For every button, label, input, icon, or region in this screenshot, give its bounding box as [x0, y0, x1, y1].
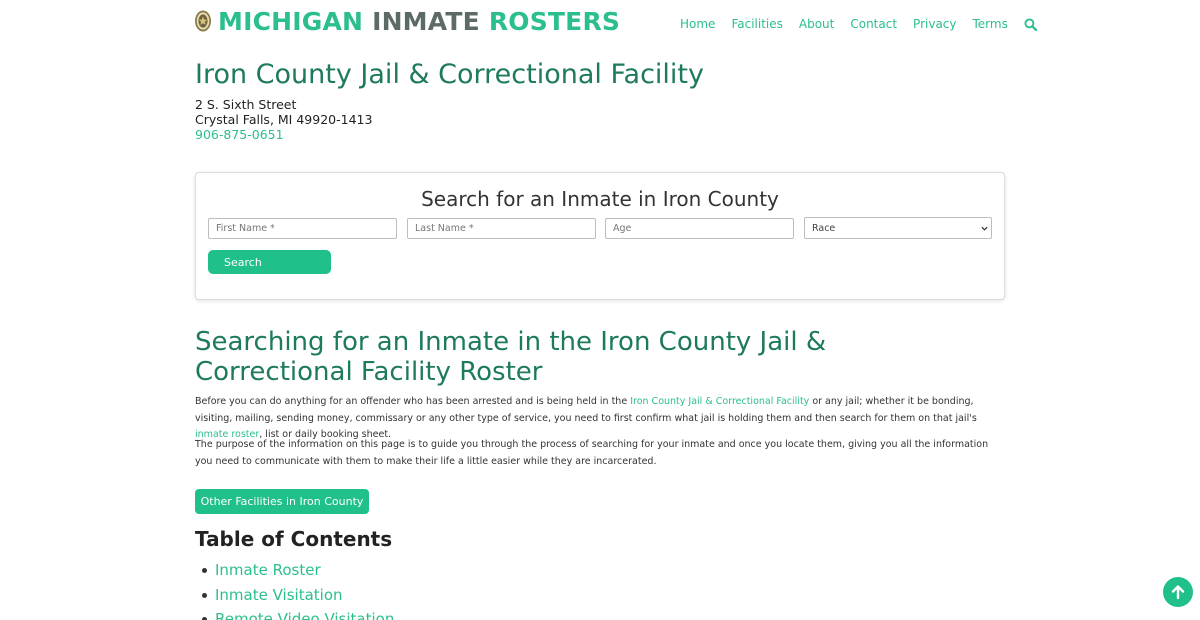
bullet — [202, 592, 207, 598]
inmate-search-card: Search for an Inmate in Iron County Race… — [195, 172, 1005, 300]
site-logo[interactable]: MICHIGAN INMATE ROSTERS — [194, 6, 620, 36]
other-facilities-button[interactable]: Other Facilities in Iron County — [195, 489, 369, 514]
toc-item: Remote Video Visitation — [202, 607, 394, 620]
logo-word-3: ROSTERS — [488, 6, 621, 36]
section-heading: Searching for an Inmate in the Iron Coun… — [195, 327, 827, 387]
nav-terms[interactable]: Terms — [973, 17, 1008, 31]
race-select[interactable]: Race — [804, 217, 992, 239]
nav-privacy[interactable]: Privacy — [913, 17, 956, 31]
logo-word-1: MICHIGAN — [218, 6, 364, 36]
logo-word-2: INMATE — [372, 6, 480, 36]
nav-home[interactable]: Home — [680, 17, 715, 31]
toc-link-remote-video-visitation[interactable]: Remote Video Visitation — [215, 610, 394, 620]
toc-item: Inmate Roster — [202, 558, 394, 583]
arrow-up-icon — [1171, 585, 1185, 600]
bullet — [202, 568, 207, 573]
purpose-paragraph: The purpose of the information on this p… — [195, 439, 989, 467]
toc-link-inmate-roster[interactable]: Inmate Roster — [215, 561, 321, 579]
address-line-2: Crystal Falls, MI 49920-1413 — [195, 112, 373, 127]
toc-title: Table of Contents — [195, 527, 393, 551]
last-name-input[interactable] — [407, 218, 596, 239]
site-header: MICHIGAN INMATE ROSTERS Home Facilities … — [0, 0, 1200, 48]
toc-link-inmate-visitation[interactable]: Inmate Visitation — [215, 586, 343, 604]
sheriff-badge-icon — [195, 10, 211, 32]
address-line-1: 2 S. Sixth Street — [195, 97, 297, 112]
toc-item: Inmate Visitation — [202, 583, 394, 608]
table-of-contents: Inmate Roster Inmate Visitation Remote V… — [202, 558, 394, 620]
search-icon[interactable] — [1024, 18, 1037, 31]
main-nav: Home Facilities About Contact Privacy Te… — [680, 17, 1037, 31]
scroll-to-top-button[interactable] — [1163, 577, 1193, 607]
nav-about[interactable]: About — [799, 17, 834, 31]
age-input[interactable] — [605, 218, 794, 239]
phone-link[interactable]: 906-875-0651 — [195, 127, 284, 142]
search-card-title: Search for an Inmate in Iron County — [421, 187, 779, 211]
nav-facilities[interactable]: Facilities — [731, 17, 782, 31]
site-logo-text: MICHIGAN INMATE ROSTERS — [218, 7, 620, 36]
first-name-input[interactable] — [208, 218, 397, 239]
nav-contact[interactable]: Contact — [850, 17, 897, 31]
search-button[interactable]: Search — [208, 250, 331, 274]
intro-text-1: Before you can do anything for an offend… — [195, 396, 631, 407]
page-title: Iron County Jail & Correctional Facility — [195, 59, 704, 90]
facility-link[interactable]: Iron County Jail & Correctional Facility — [630, 396, 809, 407]
